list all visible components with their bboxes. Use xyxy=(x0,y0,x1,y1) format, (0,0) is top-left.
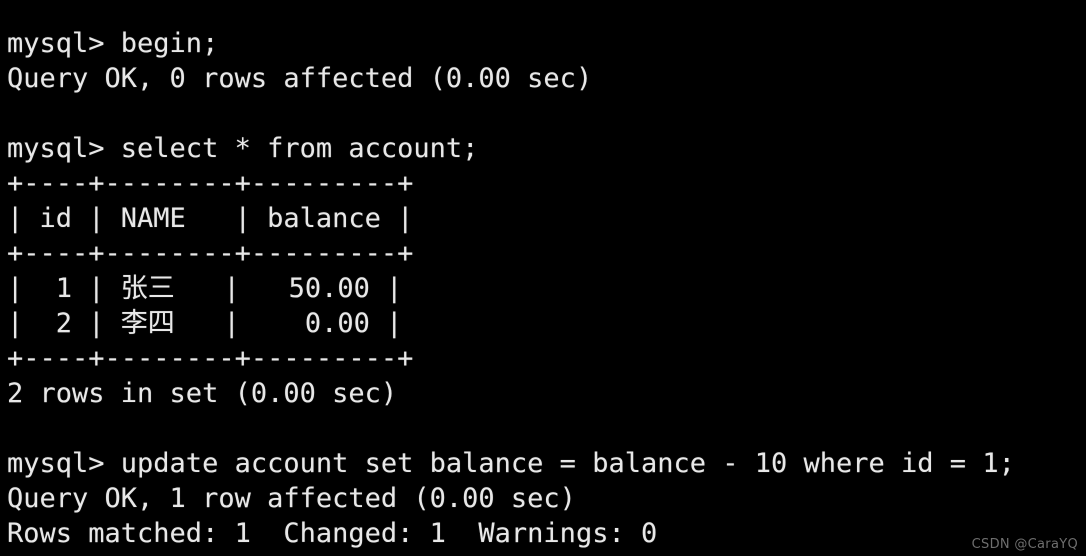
terminal-line-update-result: Query OK, 1 row affected (0.00 sec) xyxy=(7,483,576,514)
terminal-line-command-update: mysql> update account set balance = bala… xyxy=(7,448,1015,479)
terminal-line-blank-2 xyxy=(7,411,1086,446)
terminal-window[interactable]: mysql> begin; Query OK, 0 rows affected … xyxy=(0,0,1086,556)
table-row: | 1 | 张三 | 50.00 | xyxy=(7,273,403,304)
terminal-line-update-detail: Rows matched: 1 Changed: 1 Warnings: 0 xyxy=(7,518,658,549)
watermark-label: CSDN @CaraYQ xyxy=(971,537,1078,552)
terminal-line-command-select: mysql> select * from account; xyxy=(7,133,479,164)
terminal-line-select-rowcount: 2 rows in set (0.00 sec) xyxy=(7,378,398,409)
table-border-bottom: +----+--------+---------+ xyxy=(7,343,414,374)
table-header-row: | id | NAME | balance | xyxy=(7,203,414,234)
table-border-top: +----+--------+---------+ xyxy=(7,168,414,199)
terminal-line-command-begin: mysql> begin; xyxy=(7,28,219,59)
table-row: | 2 | 李四 | 0.00 | xyxy=(7,308,403,339)
table-border-header: +----+--------+---------+ xyxy=(7,238,414,269)
terminal-line-begin-result: Query OK, 0 rows affected (0.00 sec) xyxy=(7,63,593,94)
terminal-line-blank-1 xyxy=(7,96,1086,131)
